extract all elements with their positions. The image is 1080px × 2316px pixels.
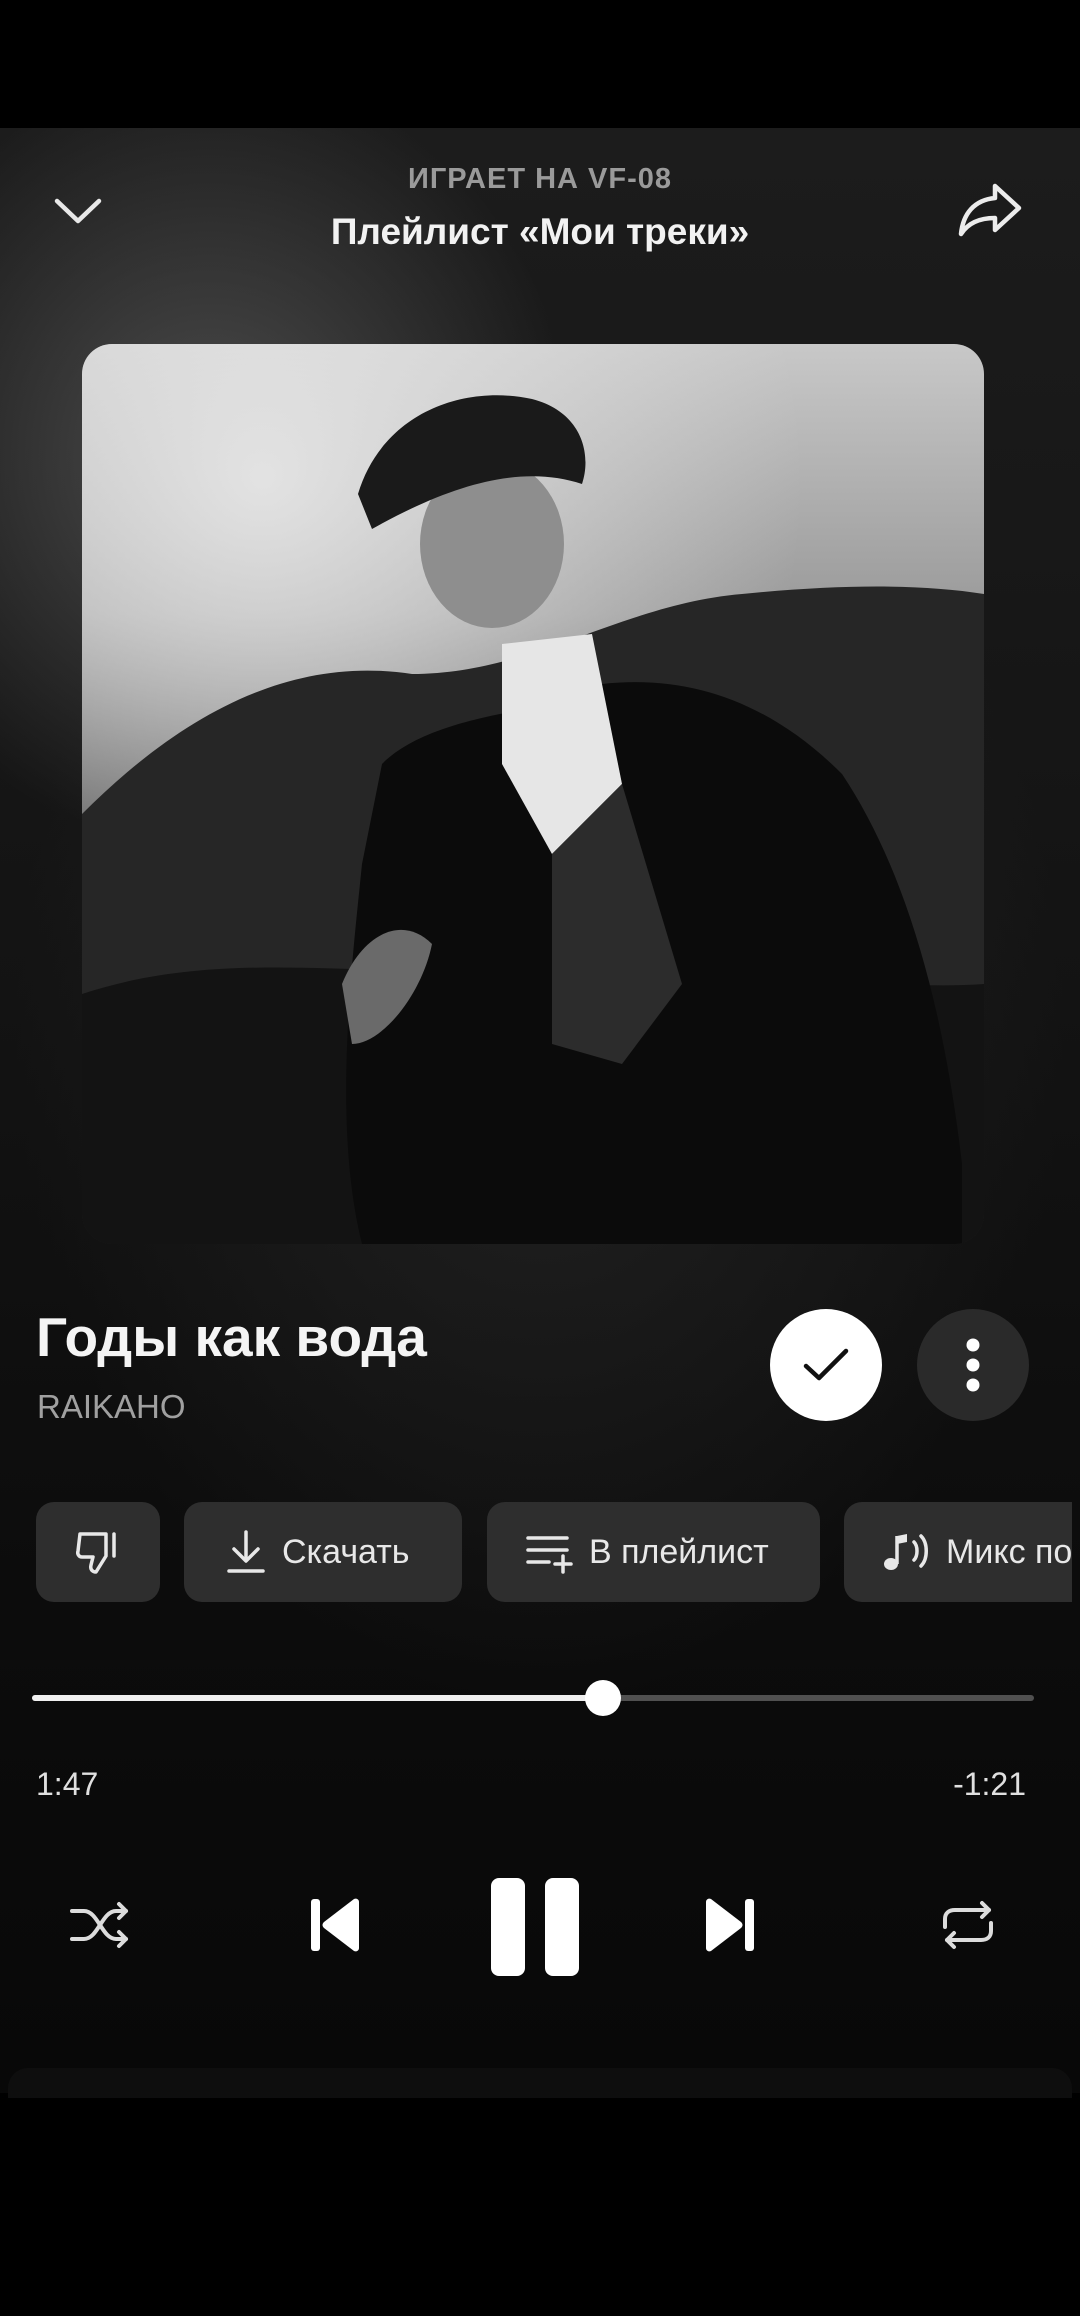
more-options-button[interactable] (917, 1309, 1029, 1421)
album-cover (82, 344, 984, 1244)
playing-on-device-label[interactable]: ИГРАЕТ НА VF-08 (200, 163, 880, 196)
add-to-playlist-button[interactable]: В плейлист (487, 1502, 820, 1602)
download-label: Скачать (282, 1532, 410, 1571)
download-button[interactable]: Скачать (184, 1502, 462, 1602)
shuffle-icon (70, 1902, 128, 1948)
playlist-title[interactable]: Плейлист «Мои треки» (200, 211, 880, 253)
play-pause-button[interactable] (470, 1862, 600, 1992)
playlist-add-icon (526, 1536, 573, 1574)
share-icon[interactable] (945, 170, 1035, 250)
download-icon (227, 1530, 265, 1573)
more-vertical-icon (966, 1338, 980, 1392)
music-mix-icon (884, 1534, 928, 1570)
progress-thumb[interactable] (585, 1680, 622, 1716)
thumbs-down-icon (76, 1532, 116, 1574)
next-track-button[interactable] (685, 1880, 775, 1970)
skip-next-icon (706, 1898, 754, 1952)
repeat-button[interactable] (925, 1885, 1011, 1965)
repeat-icon (943, 1901, 993, 1949)
pause-icon (491, 1878, 579, 1976)
chevron-down-icon[interactable] (38, 176, 118, 246)
elapsed-time: 1:47 (36, 1766, 99, 1802)
track-artist[interactable]: RAIKAHO (37, 1388, 186, 1426)
track-mix-button[interactable]: Микс по (844, 1502, 1072, 1602)
add-to-playlist-label: В плейлист (589, 1532, 769, 1571)
track-title[interactable]: Годы как вода (36, 1305, 427, 1369)
progress-fill (32, 1695, 604, 1701)
track-actions-row[interactable]: Скачать В плейлист Микс по (36, 1502, 1072, 1602)
previous-track-button[interactable] (290, 1880, 380, 1970)
like-button[interactable] (770, 1309, 882, 1421)
bottom-sheet-edge[interactable] (8, 2068, 1072, 2098)
remaining-time: -1:21 (953, 1766, 1026, 1802)
progress-slider[interactable] (32, 1680, 1034, 1716)
check-icon (803, 1348, 849, 1381)
skip-previous-icon (311, 1898, 359, 1952)
dislike-button[interactable] (36, 1502, 160, 1602)
shuffle-button[interactable] (60, 1885, 140, 1965)
track-mix-label: Микс по (946, 1532, 1072, 1571)
